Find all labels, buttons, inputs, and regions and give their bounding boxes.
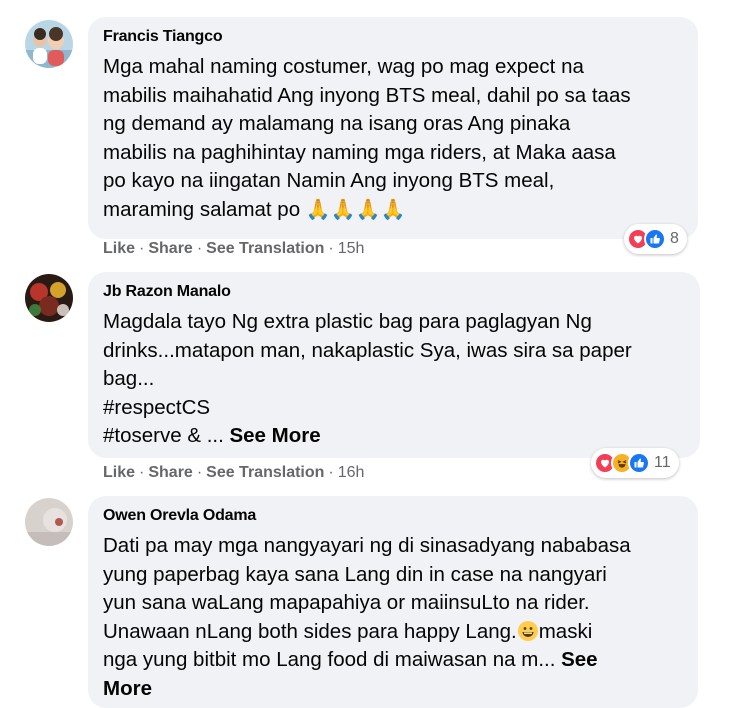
comment-bubble: Jb Razon Manalo Magdala tayo Ng extra pl… bbox=[88, 272, 700, 458]
see-more-link[interactable]: See bbox=[561, 648, 597, 671]
separator-dot: · bbox=[196, 240, 203, 257]
comment-actions: Like · Share · See Translation · 16h bbox=[103, 464, 364, 482]
comment-line: Dati pa may mga nangyayari ng di sinasad… bbox=[103, 534, 631, 557]
comment-line: ng demand ay malamang na isang oras Ang … bbox=[103, 112, 571, 135]
comment-line: mabilis na paghihintay naming mga riders… bbox=[103, 140, 616, 164]
comment-text: Dati pa may mga nangyayari ng di sinasad… bbox=[103, 532, 682, 703]
share-link[interactable]: Share bbox=[148, 240, 192, 257]
see-more-link[interactable]: More bbox=[103, 675, 682, 704]
comment-line: po kayo na iingatan Namin Ang inyong BTS… bbox=[103, 169, 555, 192]
like-icon bbox=[628, 452, 650, 474]
see-more-link[interactable]: See More bbox=[229, 424, 320, 447]
grinning-emoji-icon bbox=[517, 620, 538, 641]
separator-dot: · bbox=[196, 464, 203, 481]
comment-line: Mga mahal naming costumer, wag po mag ex… bbox=[103, 55, 584, 78]
comment-line: bag... bbox=[103, 367, 155, 390]
avatar[interactable] bbox=[25, 498, 73, 546]
reaction-count: 8 bbox=[670, 230, 679, 247]
comment-line: drinks...matapon man, nakaplastic Sya, i… bbox=[103, 338, 632, 362]
hashtag-link[interactable]: #toserve & ... bbox=[103, 424, 224, 447]
reaction-summary[interactable]: 11 bbox=[591, 448, 679, 478]
comment-line: yung paperbag kaya sana Lang din in case… bbox=[103, 562, 607, 586]
separator-dot: · bbox=[328, 240, 334, 257]
pray-emoji-icon: 🙏🙏🙏🙏 bbox=[305, 198, 406, 221]
comment-line: #toserve & ... See More bbox=[103, 422, 684, 451]
comment-line: mabilis maihahatid Ang inyong BTS meal, … bbox=[103, 83, 631, 107]
avatar[interactable] bbox=[25, 20, 73, 68]
comment-line-text: maski bbox=[538, 619, 593, 643]
separator-dot: · bbox=[328, 464, 334, 481]
reaction-summary[interactable]: 8 bbox=[624, 224, 687, 254]
reaction-count: 11 bbox=[654, 454, 671, 471]
comment-line: maraming salamat po 🙏🙏🙏🙏 bbox=[103, 196, 682, 225]
comment-line: Magdala tayo Ng extra plastic bag para p… bbox=[103, 310, 592, 333]
comment-actions: Like · Share · See Translation · 15h bbox=[103, 240, 364, 258]
hashtag-link[interactable]: #respectCS bbox=[103, 394, 684, 423]
comment-line: Unawaan nLang both sides para happy Lang… bbox=[103, 618, 682, 647]
separator-dot: · bbox=[139, 240, 145, 257]
comment-line-text: Unawaan nLang both sides para happy Lang… bbox=[103, 619, 517, 643]
comment-text: Mga mahal naming costumer, wag po mag ex… bbox=[103, 53, 682, 224]
comment-author[interactable]: Francis Tiangco bbox=[103, 27, 682, 47]
comment-text: Magdala tayo Ng extra plastic bag para p… bbox=[103, 308, 684, 451]
see-translation-link[interactable]: See Translation bbox=[206, 240, 324, 257]
top-scroll-fragment bbox=[540, 0, 680, 8]
separator-dot: · bbox=[139, 464, 145, 481]
share-link[interactable]: Share bbox=[148, 464, 192, 481]
like-icon bbox=[644, 228, 666, 250]
like-link[interactable]: Like bbox=[103, 464, 135, 481]
comment-author[interactable]: Jb Razon Manalo bbox=[103, 282, 684, 302]
timestamp[interactable]: 15h bbox=[338, 240, 365, 257]
comment-bubble: Owen Orevla Odama Dati pa may mga nangya… bbox=[88, 496, 698, 708]
comment-line: yun sana waLang mapapahiya or maiinsuLto… bbox=[103, 591, 590, 614]
avatar[interactable] bbox=[25, 274, 73, 322]
comment-line: nga yung bitbit mo Lang food di maiwasan… bbox=[103, 646, 682, 675]
comment-bubble: Francis Tiangco Mga mahal naming costume… bbox=[88, 17, 698, 239]
comment-line-text: nga yung bitbit mo Lang food di maiwasan… bbox=[103, 648, 562, 671]
see-translation-link[interactable]: See Translation bbox=[206, 464, 324, 481]
comment-author[interactable]: Owen Orevla Odama bbox=[103, 506, 682, 526]
like-link[interactable]: Like bbox=[103, 240, 135, 257]
comment-line-text: maraming salamat po bbox=[103, 197, 301, 221]
timestamp[interactable]: 16h bbox=[338, 464, 365, 481]
